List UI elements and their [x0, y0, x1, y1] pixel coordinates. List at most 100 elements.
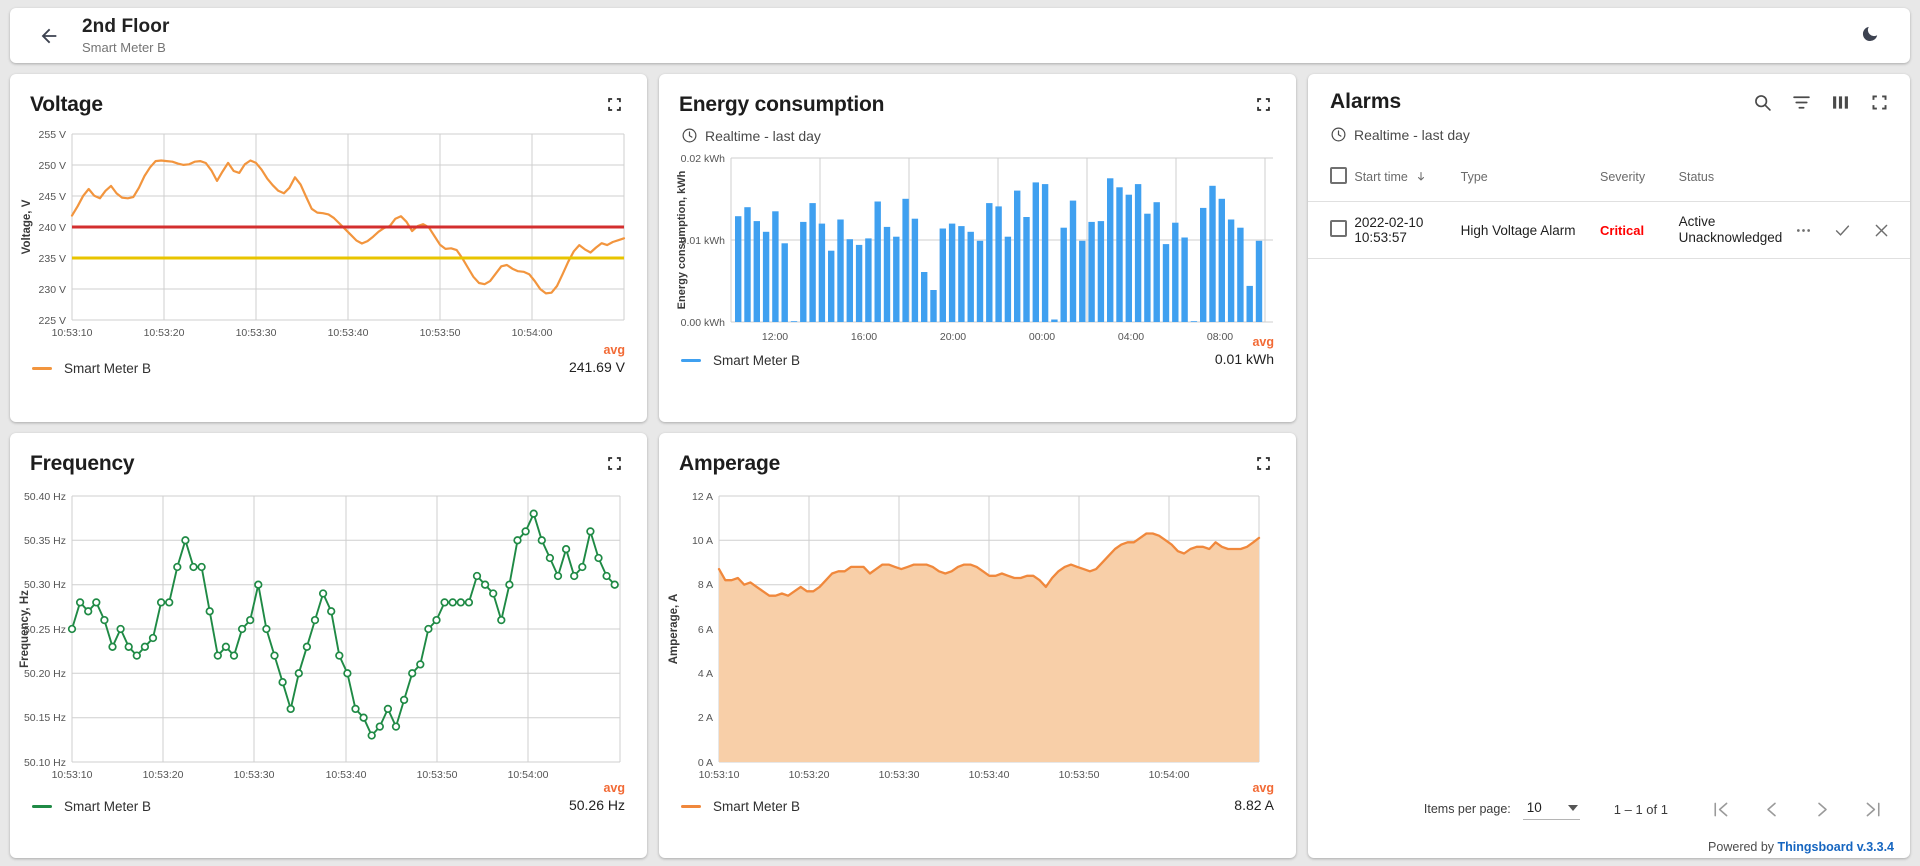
- alarms-timewindow[interactable]: Realtime - last day: [1308, 114, 1910, 143]
- column-header-status[interactable]: Status: [1679, 157, 1794, 202]
- voltage-legend-label[interactable]: Smart Meter B: [64, 361, 151, 376]
- thingsboard-link[interactable]: Thingsboard v.3.3.4: [1778, 840, 1894, 854]
- cell-severity: Critical: [1600, 202, 1679, 259]
- alarms-table: Start time Type Severity Status: [1308, 157, 1910, 259]
- svg-text:225 V: 225 V: [39, 315, 66, 327]
- column-header-severity[interactable]: Severity: [1600, 157, 1679, 202]
- frequency-legend-label[interactable]: Smart Meter B: [64, 799, 151, 814]
- amperage-fullscreen-button[interactable]: [1254, 454, 1276, 476]
- svg-text:255 V: 255 V: [39, 129, 66, 141]
- svg-text:10:53:50: 10:53:50: [1059, 769, 1100, 781]
- amperage-legend-swatch: [681, 805, 701, 808]
- svg-text:10:53:50: 10:53:50: [420, 327, 461, 339]
- items-per-page-select[interactable]: 10: [1523, 798, 1580, 820]
- svg-text:10:53:40: 10:53:40: [328, 327, 369, 339]
- column-header-actions: [1794, 157, 1910, 202]
- voltage-fullscreen-button[interactable]: [605, 95, 627, 117]
- svg-text:10:53:20: 10:53:20: [144, 327, 185, 339]
- svg-text:0 A: 0 A: [698, 757, 713, 769]
- top-toolbar: 2nd Floor Smart Meter B: [10, 8, 1910, 63]
- energy-legend-label[interactable]: Smart Meter B: [713, 353, 800, 368]
- voltage-yaxis-label: Voltage, V: [21, 199, 33, 254]
- frequency-legend-swatch: [32, 805, 52, 808]
- column-header-type[interactable]: Type: [1461, 157, 1600, 202]
- amperage-header: Amperage: [659, 433, 1296, 476]
- amperage-title: Amperage: [679, 451, 780, 476]
- voltage-plot: 255 V250 V 245 V240 V 235 V230 V 225 V V…: [10, 117, 647, 367]
- svg-text:10:53:20: 10:53:20: [789, 769, 830, 781]
- page-title: 2nd Floor: [82, 16, 169, 38]
- back-button[interactable]: [32, 19, 66, 53]
- select-all-checkbox[interactable]: [1330, 167, 1347, 184]
- prev-page-icon[interactable]: [1761, 799, 1782, 820]
- svg-text:10:54:00: 10:54:00: [508, 769, 549, 781]
- svg-text:230 V: 230 V: [39, 284, 66, 296]
- svg-text:10:53:10: 10:53:10: [52, 769, 93, 781]
- widget-grid: Voltage: [10, 74, 1910, 858]
- svg-text:8 A: 8 A: [698, 579, 713, 591]
- items-per-page-value: 10: [1527, 800, 1542, 815]
- energy-plot: 0.02 kWh0.01 kWh0.00 kWh Energy consumpt…: [659, 144, 1296, 357]
- alarms-table-head: Start time Type Severity Status: [1308, 157, 1910, 202]
- svg-text:50.40 Hz: 50.40 Hz: [24, 491, 66, 503]
- check-icon[interactable]: [1833, 221, 1852, 240]
- frequency-fullscreen-button[interactable]: [605, 454, 627, 476]
- table-row[interactable]: 2022-02-10 10:53:57 High Voltage Alarm C…: [1308, 202, 1910, 259]
- svg-text:10:53:30: 10:53:30: [879, 769, 920, 781]
- filter-icon[interactable]: [1791, 92, 1812, 113]
- theme-toggle-button[interactable]: [1848, 16, 1888, 56]
- frequency-agg-value: 50.26 Hz: [569, 796, 625, 814]
- voltage-title: Voltage: [30, 92, 103, 117]
- svg-text:50.15 Hz: 50.15 Hz: [24, 712, 66, 724]
- column-label-type: Type: [1461, 170, 1488, 184]
- alarms-header: Alarms: [1308, 74, 1910, 114]
- svg-text:04:00: 04:00: [1118, 331, 1144, 343]
- amperage-legend: Smart Meter B avg 8.82 A: [659, 799, 1296, 814]
- page-title-block: 2nd Floor Smart Meter B: [82, 16, 169, 56]
- fullscreen-icon: [1254, 95, 1273, 114]
- energy-header: Energy consumption: [659, 74, 1296, 117]
- amperage-legend-label[interactable]: Smart Meter B: [713, 799, 800, 814]
- close-icon[interactable]: [1872, 221, 1891, 240]
- energy-legend-swatch: [681, 359, 701, 362]
- frequency-series: [69, 510, 618, 738]
- fullscreen-icon[interactable]: [1869, 92, 1890, 113]
- cell-row-actions: [1794, 202, 1910, 259]
- svg-text:50.20 Hz: 50.20 Hz: [24, 668, 66, 680]
- alarms-title: Alarms: [1330, 90, 1401, 114]
- svg-text:10:53:30: 10:53:30: [234, 769, 275, 781]
- svg-text:12:00: 12:00: [762, 331, 788, 343]
- frequency-agg-label: avg: [569, 781, 625, 796]
- column-label-status: Status: [1679, 170, 1714, 184]
- svg-text:00:00: 00:00: [1029, 331, 1055, 343]
- column-label-start-time: Start time: [1354, 170, 1408, 184]
- widget-voltage: Voltage: [10, 74, 647, 422]
- next-page-icon[interactable]: [1812, 799, 1833, 820]
- row-actions: [1794, 221, 1910, 240]
- items-per-page-label: Items per page:: [1424, 802, 1511, 816]
- sort-desc-arrow-icon: [1415, 171, 1427, 183]
- voltage-agg-label: avg: [569, 343, 625, 358]
- voltage-legend-value-block: avg 241.69 V: [569, 343, 625, 376]
- cell-start-time: 2022-02-10 10:53:57: [1354, 202, 1460, 259]
- row-checkbox[interactable]: [1330, 220, 1347, 237]
- alarms-header-row: Start time Type Severity Status: [1308, 157, 1910, 202]
- column-header-start-time[interactable]: Start time: [1354, 157, 1460, 202]
- last-page-icon[interactable]: [1863, 799, 1884, 820]
- columns-icon[interactable]: [1830, 92, 1851, 113]
- energy-timewindow[interactable]: Realtime - last day: [659, 117, 1296, 144]
- arrow-left-icon: [38, 25, 60, 47]
- voltage-header: Voltage: [10, 74, 647, 117]
- search-icon[interactable]: [1752, 92, 1773, 113]
- widget-amperage: Amperage: [659, 433, 1296, 858]
- first-page-icon[interactable]: [1710, 799, 1731, 820]
- energy-fullscreen-button[interactable]: [1254, 95, 1276, 117]
- svg-text:50.10 Hz: 50.10 Hz: [24, 757, 66, 769]
- dashboard-page: 2nd Floor Smart Meter B Voltage: [0, 0, 1920, 866]
- svg-text:10:53:40: 10:53:40: [969, 769, 1010, 781]
- cell-type: High Voltage Alarm: [1461, 202, 1600, 259]
- svg-text:10:53:10: 10:53:10: [699, 769, 740, 781]
- voltage-ytick-labels: 255 V250 V 245 V240 V 235 V230 V 225 V: [39, 129, 66, 327]
- status-badge: Critical: [1600, 223, 1644, 238]
- more-icon[interactable]: [1794, 221, 1813, 240]
